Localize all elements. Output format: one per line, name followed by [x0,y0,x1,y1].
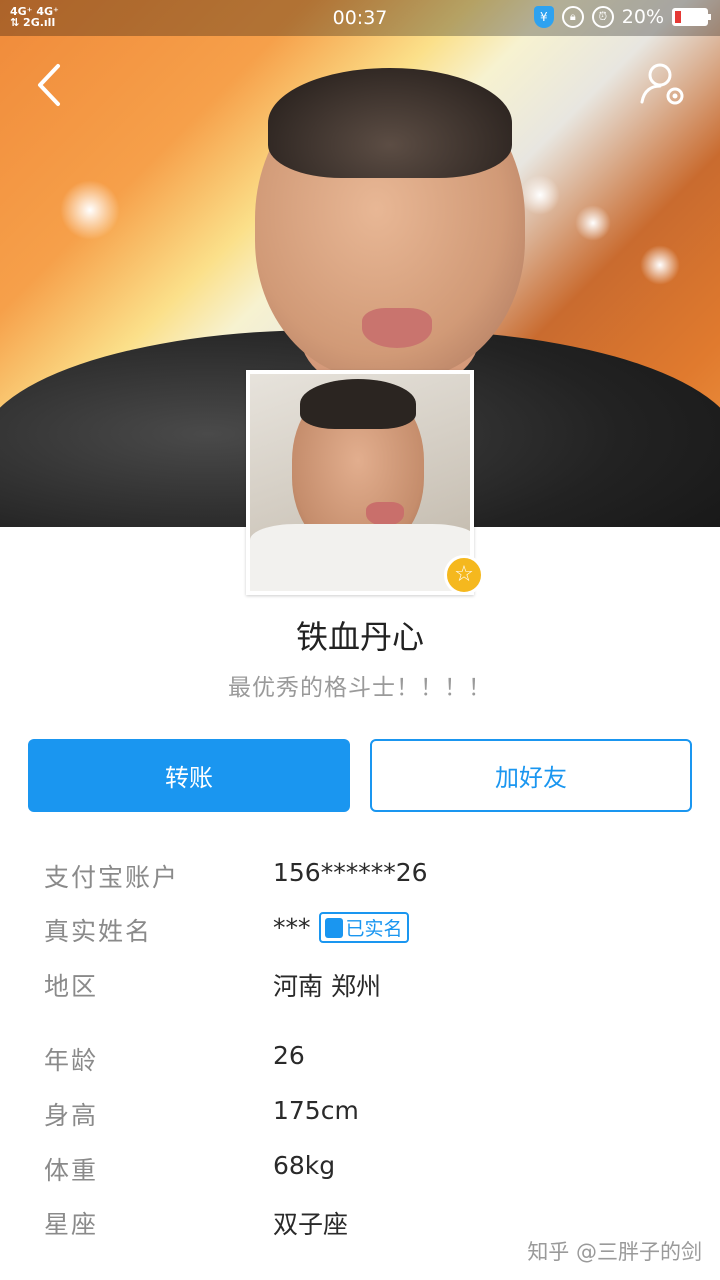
info-value: 河南 郑州 [273,972,381,1001]
info-value: 175cm [273,1096,359,1125]
info-value: 双子座 [273,1210,349,1239]
status-bar: 4G⁺ 4G⁺ ⇅ 2G.ıll 00:37 ¥ 🔒︎ ⏰︎ 20% [0,0,720,36]
alipay-shield-icon: ¥ [533,6,554,28]
back-button[interactable] [30,62,70,108]
info-label: 地区 [44,972,99,1001]
profile-settings-button[interactable] [638,62,690,110]
nickname: 铁血丹心 [295,618,424,656]
info-row-age: 年龄 26 [0,1041,720,1081]
verified-badge[interactable]: 已实名 [318,912,409,943]
info-row-alipay-account: 支付宝账户 156******26 [0,858,720,898]
id-card-icon [324,917,343,938]
info-value: 26 [273,1041,305,1070]
chevron-left-icon [38,64,60,106]
info-row-real-name: 真实姓名 *** 已实名 [0,912,720,952]
transfer-button[interactable]: 转账 [28,739,350,812]
star-icon: ☆ [444,555,484,595]
info-row-height: 身高 175cm [0,1096,720,1136]
info-label: 星座 [44,1210,99,1239]
info-value: 156******26 [273,858,428,887]
info-row-region: 地区 河南 郑州 [0,967,720,1007]
battery-icon [672,8,711,26]
info-label: 支付宝账户 [44,863,180,892]
info-label: 年龄 [44,1046,99,1075]
avatar[interactable] [246,370,474,595]
alarm-icon: ⏰︎ [591,6,614,28]
info-row-weight: 体重 68kg [0,1151,720,1191]
watermark: 知乎 @三胖子的剑 [527,1240,702,1264]
signature: 最优秀的格斗士！！！！ [228,675,492,701]
info-value: *** 已实名 [273,912,409,943]
profile-settings-icon [640,63,684,105]
info-label: 体重 [44,1156,99,1185]
info-label: 身高 [44,1101,99,1130]
add-friend-button[interactable]: 加好友 [370,739,692,812]
lock-icon: 🔒︎ [561,6,584,28]
info-label: 真实姓名 [44,917,153,946]
battery-percent: 20% [621,6,664,28]
info-value: 68kg [273,1151,336,1180]
